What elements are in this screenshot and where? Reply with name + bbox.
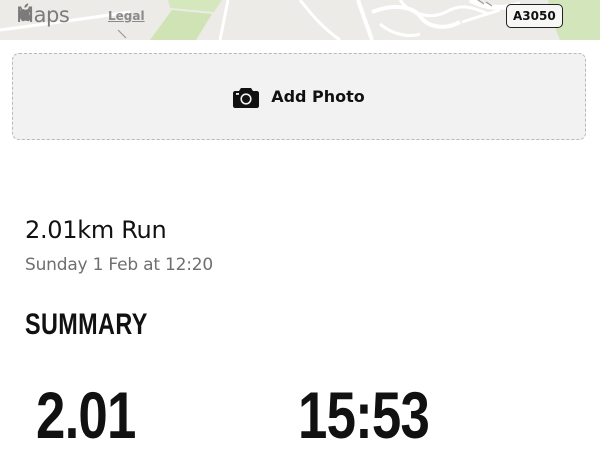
route-map[interactable]: Maps Legal A3050 [0, 0, 600, 40]
summary-heading: SUMMARY [25, 308, 148, 341]
add-photo-button[interactable]: Add Photo [12, 53, 586, 140]
activity-title: 2.01km Run [25, 216, 167, 244]
camera-icon [233, 87, 260, 108]
distance-value: 2.01 [36, 378, 136, 450]
add-photo-label: Add Photo [271, 87, 365, 106]
apple-logo-icon [19, 3, 32, 22]
road-label-badge: A3050 [506, 4, 563, 28]
activity-datetime: Sunday 1 Feb at 12:20 [25, 255, 214, 275]
activity-detail-page: Maps Legal A3050 Add Photo 2.01km Run Su… [0, 0, 600, 450]
duration-value: 15:53 [298, 378, 430, 450]
apple-maps-logo: Maps [16, 3, 70, 27]
legal-link[interactable]: Legal [108, 9, 145, 23]
